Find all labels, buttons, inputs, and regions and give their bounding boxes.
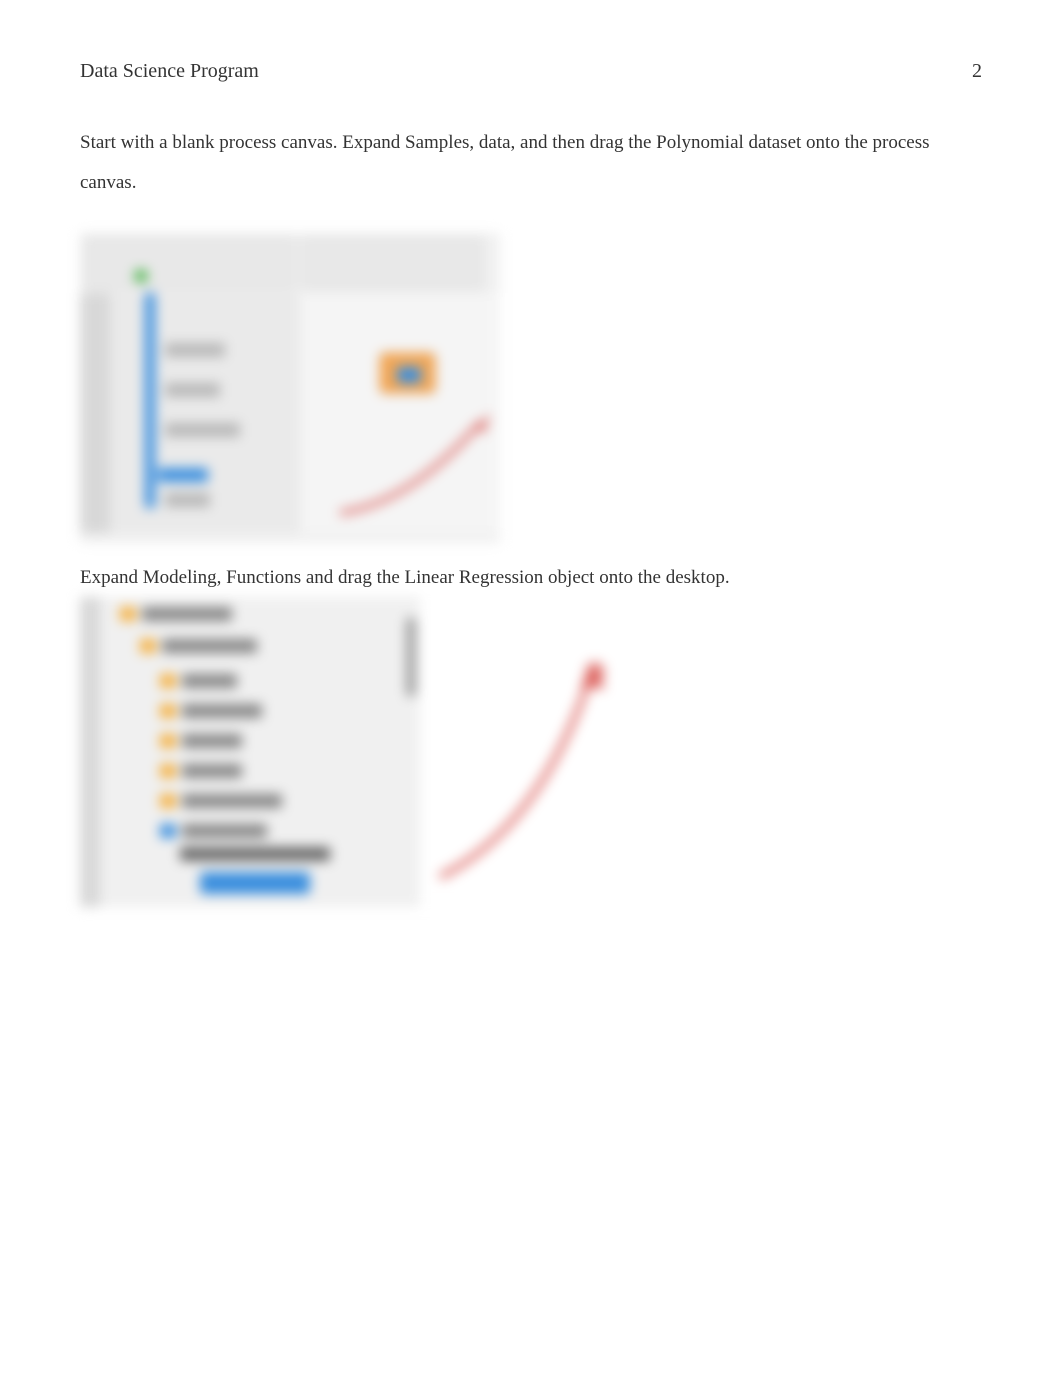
dataset-node-center xyxy=(397,367,421,383)
tree-row xyxy=(160,672,237,690)
tree-item-selected xyxy=(158,468,208,482)
page-header: Data Science Program 2 xyxy=(80,60,982,83)
tree-label xyxy=(182,794,282,808)
figure1-top-panels xyxy=(80,233,500,293)
folder-icon xyxy=(160,764,176,778)
tree-label xyxy=(182,764,242,778)
figure1-process-panel xyxy=(302,237,482,289)
scrollbar xyxy=(406,617,416,697)
figure1-repository-panel xyxy=(84,237,294,289)
folder-icon xyxy=(160,674,176,688)
folder-icon xyxy=(160,734,176,748)
drag-arrow-icon xyxy=(430,627,630,887)
tree-row xyxy=(180,845,330,863)
tree-label xyxy=(182,734,242,748)
tree-item xyxy=(165,383,220,397)
folder-icon xyxy=(120,607,136,621)
paragraph-2: Expand Modeling, Functions and drag the … xyxy=(80,563,982,593)
tree-label xyxy=(182,704,262,718)
figure-drag-linear-regression xyxy=(80,597,640,907)
tree-row xyxy=(140,637,257,655)
figure2-tree-panel xyxy=(80,597,420,907)
folder-icon xyxy=(160,704,176,718)
page-number: 2 xyxy=(972,60,982,83)
tree-label xyxy=(182,674,237,688)
tree-row xyxy=(120,605,232,623)
figure1-body xyxy=(80,293,500,533)
tree-row xyxy=(160,732,242,750)
tree-label xyxy=(180,847,330,861)
paragraph-1: Start with a blank process canvas. Expan… xyxy=(80,123,982,203)
tree-label xyxy=(162,639,257,653)
figure-drag-polynomial-dataset xyxy=(80,233,500,543)
figure2-sidebar xyxy=(80,597,100,907)
dataset-node-icon xyxy=(380,353,435,393)
linear-regression-item xyxy=(200,872,310,894)
tree-row xyxy=(160,702,262,720)
header-title: Data Science Program xyxy=(80,60,259,83)
folder-icon xyxy=(140,639,156,653)
tree-selection-bar xyxy=(145,293,155,508)
figure1-process-canvas xyxy=(300,293,500,533)
figure1-sidebar xyxy=(80,293,110,533)
figure1-tree-panel xyxy=(110,293,300,533)
tree-label xyxy=(142,607,232,621)
tree-row xyxy=(160,822,267,840)
page-container: Data Science Program 2 Start with a blan… xyxy=(0,0,1062,967)
tree-row xyxy=(160,792,282,810)
green-samples-icon xyxy=(135,270,147,282)
figure2-canvas-area xyxy=(420,597,640,907)
tree-label xyxy=(182,824,267,838)
tree-item xyxy=(165,343,225,357)
tree-row xyxy=(160,762,242,780)
folder-icon xyxy=(160,824,176,838)
drag-arrow-icon xyxy=(330,403,510,523)
tree-item xyxy=(165,423,240,437)
folder-icon xyxy=(160,794,176,808)
tree-item xyxy=(165,493,210,507)
